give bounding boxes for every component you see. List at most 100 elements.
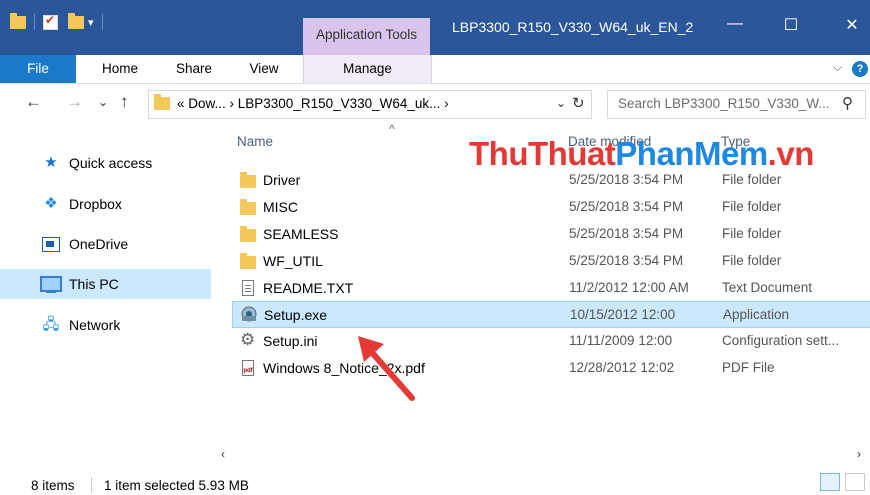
scroll-left-icon[interactable]: ‹ [221, 447, 225, 461]
file-name: MISC [263, 199, 298, 215]
details-view-button[interactable] [820, 473, 840, 491]
folder-icon [240, 226, 256, 242]
tab-home[interactable]: Home [92, 55, 148, 83]
file-date: 11/11/2009 12:00 [569, 333, 673, 348]
file-list: Name ^ Date modified Type Driver 5/25/20… [211, 122, 870, 454]
new-folder-icon[interactable] [68, 12, 84, 29]
horizontal-scrollbar[interactable]: ‹ › [211, 447, 870, 464]
sidebar-item-this-pc[interactable]: This PC [0, 269, 211, 299]
file-name: Setup.exe [264, 307, 328, 323]
address-bar[interactable]: « Dow... › LBP3300_R150_V330_W64_uk... ›… [148, 90, 592, 119]
close-button[interactable]: ✕ [829, 15, 870, 35]
file-type: Configuration sett... [722, 333, 840, 348]
recent-locations-icon[interactable]: ⌄ [98, 95, 108, 109]
file-date: 5/25/2018 3:54 PM [569, 199, 684, 214]
chevron-down-icon[interactable]: ⌄ [556, 96, 566, 110]
search-input[interactable]: Search LBP3300_R150_V330_W... ⚲ [607, 90, 866, 119]
quick-access-toolbar: ▾ [10, 12, 107, 30]
folder-icon [240, 253, 256, 269]
navigation-pane: ★ Quick access ❖ Dropbox OneDrive This P… [0, 124, 211, 454]
large-icons-view-button[interactable] [845, 473, 865, 491]
customize-toolbar-icon[interactable]: ▾ [88, 16, 94, 29]
toolbar-divider [34, 14, 35, 30]
tab-file[interactable]: File [0, 55, 76, 83]
back-button[interactable]: ← [25, 92, 42, 112]
item-count: 8 items [31, 478, 75, 493]
file-name: WF_UTIL [263, 253, 323, 269]
tab-share[interactable]: Share [165, 55, 223, 83]
watermark-logo: ThuThuatPhanMem.vn [469, 135, 814, 172]
file-row-pdf[interactable]: pdf Windows 8_Notice_2x.pdf 12/28/2012 1… [232, 355, 870, 382]
breadcrumb[interactable]: « Dow... › LBP3300_R150_V330_W64_uk... › [177, 96, 449, 111]
dropbox-icon: ❖ [44, 195, 58, 212]
tab-view[interactable]: View [238, 55, 290, 83]
config-file-icon: ⚙ [240, 330, 256, 349]
setup-exe-icon [241, 306, 257, 323]
search-icon[interactable]: ⚲ [842, 94, 853, 112]
window-title: LBP3300_R150_V330_W64_uk_EN_2 [452, 19, 694, 35]
folder-icon [240, 172, 256, 188]
forward-button[interactable]: → [66, 92, 83, 112]
help-icon[interactable]: ? [852, 61, 868, 77]
address-row: ← → ⌄ ↑ « Dow... › LBP3300_R150_V330_W64… [0, 84, 870, 124]
star-icon: ★ [44, 154, 58, 171]
text-file-icon [240, 280, 256, 296]
sidebar-item-label: This PC [69, 276, 119, 292]
scroll-right-icon[interactable]: › [857, 447, 861, 461]
file-date: 11/2/2012 12:00 AM [569, 280, 689, 295]
sidebar-item-onedrive[interactable]: OneDrive [0, 229, 211, 259]
selection-info: 1 item selected 5.93 MB [104, 478, 249, 493]
sidebar-item-network[interactable]: 🖧 Network [0, 310, 211, 340]
column-header-name[interactable]: Name [237, 134, 273, 149]
file-name: Setup.ini [263, 333, 318, 349]
folder-icon [240, 199, 256, 215]
sidebar-item-dropbox[interactable]: ❖ Dropbox [0, 189, 211, 219]
refresh-icon[interactable]: ↻ [572, 94, 585, 112]
sidebar-item-label: Quick access [69, 155, 153, 171]
file-date: 5/25/2018 3:54 PM [569, 172, 684, 187]
status-bar: 8 items 1 item selected 5.93 MB [0, 470, 870, 495]
sidebar-item-label: Network [69, 317, 121, 333]
file-name: README.TXT [263, 280, 354, 296]
network-icon: 🖧 [42, 316, 60, 333]
file-row-readme[interactable]: README.TXT 11/2/2012 12:00 AM Text Docum… [232, 275, 870, 302]
file-type: File folder [722, 172, 782, 187]
computer-icon [40, 269, 62, 303]
sidebar-item-label: OneDrive [69, 236, 129, 252]
tab-manage[interactable]: Manage [303, 55, 432, 83]
file-name: SEAMLESS [263, 226, 339, 242]
file-row-setup-exe[interactable]: Setup.exe 10/15/2012 12:00 Application [232, 301, 870, 328]
application-tools-context-tab: Application Tools [303, 18, 430, 55]
file-row-misc[interactable]: MISC 5/25/2018 3:54 PM File folder [232, 194, 870, 221]
maximize-button[interactable]: ☐ [768, 15, 814, 35]
sidebar-item-label: Dropbox [69, 196, 122, 212]
file-row-seamless[interactable]: SEAMLESS 5/25/2018 3:54 PM File folder [232, 221, 870, 248]
expand-ribbon-icon[interactable]: ⌵ [833, 60, 842, 75]
toolbar-divider [101, 14, 103, 30]
up-button[interactable]: ↑ [120, 92, 129, 112]
file-date: 12/28/2012 12:02 [569, 360, 675, 375]
file-row-wf-util[interactable]: WF_UTIL 5/25/2018 3:54 PM File folder [232, 248, 870, 275]
file-name: Driver [263, 172, 301, 188]
annotation-arrow [358, 336, 415, 401]
file-row-setup-ini[interactable]: ⚙ Setup.ini 11/11/2009 12:00 Configurati… [232, 328, 870, 355]
properties-icon[interactable] [43, 13, 58, 30]
minimize-button[interactable]: — [712, 15, 758, 33]
file-type: Text Document [722, 280, 813, 295]
file-type: File folder [722, 199, 782, 214]
file-date: 5/25/2018 3:54 PM [569, 226, 684, 241]
search-placeholder: Search LBP3300_R150_V330_W... [618, 96, 830, 111]
pdf-icon: pdf [240, 360, 256, 376]
file-type: File folder [722, 226, 782, 241]
file-type: Application [723, 307, 790, 322]
folder-icon [154, 94, 170, 110]
folder-icon[interactable] [10, 12, 26, 29]
ribbon-tabs: File Home Share View Manage ⌵ ? [0, 55, 870, 84]
status-divider [91, 477, 92, 493]
file-date: 5/25/2018 3:54 PM [569, 253, 684, 268]
sidebar-item-quick-access[interactable]: ★ Quick access [0, 148, 211, 178]
title-bar: ▾ Application Tools LBP3300_R150_V330_W6… [0, 0, 870, 55]
onedrive-icon [40, 229, 62, 263]
file-type: PDF File [722, 360, 775, 375]
sort-ascending-icon: ^ [389, 122, 395, 136]
